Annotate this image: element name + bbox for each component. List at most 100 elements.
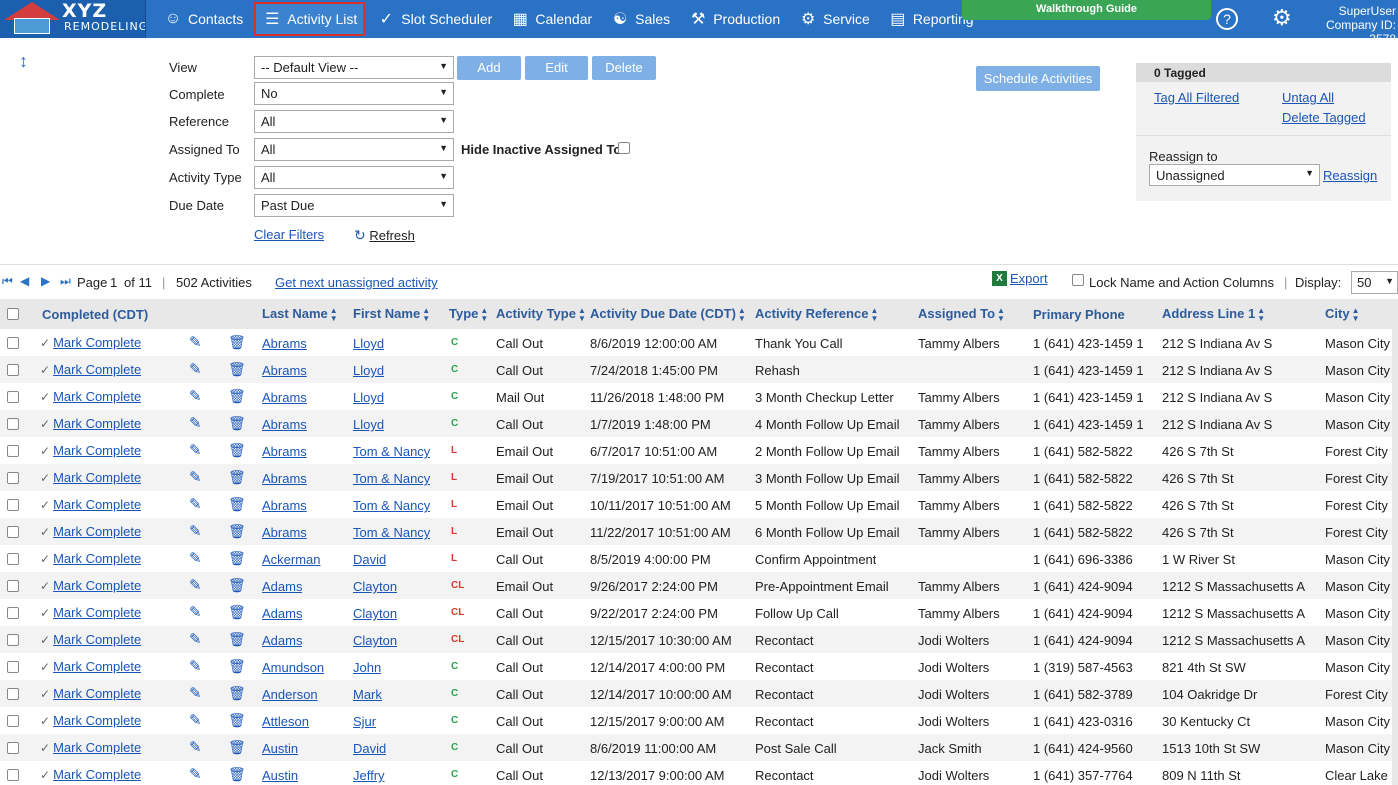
last-name-link[interactable]: Anderson — [262, 687, 318, 702]
first-name-link[interactable]: Tom & Nancy — [353, 444, 430, 459]
edit-pencil-icon[interactable]: ✎ — [189, 657, 202, 675]
mark-complete-link[interactable]: Mark Complete — [53, 389, 141, 404]
last-name-link[interactable]: Abrams — [262, 525, 307, 540]
mark-complete-action[interactable]: ✓ Mark Complete — [40, 389, 141, 404]
delete-trash-icon[interactable]: 🗑 — [228, 496, 246, 513]
first-name-link[interactable]: Clayton — [353, 579, 397, 594]
last-name-link[interactable]: Adams — [262, 606, 302, 621]
mark-complete-link[interactable]: Mark Complete — [53, 767, 141, 782]
col-last-name[interactable]: Last Name ▲ ▼ — [262, 306, 338, 323]
clear-filters-link[interactable]: Clear Filters — [254, 227, 324, 242]
row-checkbox[interactable] — [7, 526, 19, 538]
last-page-icon[interactable]: ⏭ — [60, 274, 71, 289]
edit-pencil-icon[interactable]: ✎ — [189, 711, 202, 729]
delete-trash-icon[interactable]: 🗑 — [228, 631, 246, 648]
first-name-link[interactable]: Mark — [353, 687, 382, 702]
col-activity-type[interactable]: Activity Type ▲ ▼ — [496, 306, 586, 323]
delete-trash-icon[interactable]: 🗑 — [228, 712, 246, 729]
first-name-link[interactable]: David — [353, 552, 386, 567]
edit-pencil-icon[interactable]: ✎ — [189, 495, 202, 513]
row-checkbox[interactable] — [7, 445, 19, 457]
edit-pencil-icon[interactable]: ✎ — [189, 333, 202, 351]
scrollbar[interactable] — [1392, 329, 1398, 785]
row-checkbox[interactable] — [7, 472, 19, 484]
reassign-select[interactable]: Unassigned ▼ — [1149, 164, 1320, 186]
delete-view-button[interactable]: Delete — [592, 56, 656, 80]
first-name-link[interactable]: Clayton — [353, 633, 397, 648]
edit-pencil-icon[interactable]: ✎ — [189, 360, 202, 378]
last-name-link[interactable]: Abrams — [262, 471, 307, 486]
last-name-link[interactable]: Amundson — [262, 660, 324, 675]
row-checkbox[interactable] — [7, 688, 19, 700]
first-name-link[interactable]: Clayton — [353, 606, 397, 621]
nav-contacts[interactable]: ☺ Contacts — [154, 0, 252, 38]
edit-pencil-icon[interactable]: ✎ — [189, 738, 202, 756]
mark-complete-link[interactable]: Mark Complete — [53, 551, 141, 566]
nav-calendar[interactable]: ▦ Calendar — [501, 0, 601, 38]
row-checkbox[interactable] — [7, 742, 19, 754]
nav-activity-list[interactable]: ☰ Activity List — [254, 2, 366, 36]
first-page-icon[interactable]: ⏮ — [2, 274, 13, 289]
row-checkbox[interactable] — [7, 553, 19, 565]
edit-pencil-icon[interactable]: ✎ — [189, 603, 202, 621]
first-name-link[interactable]: Lloyd — [353, 390, 384, 405]
walkthrough-guide-button[interactable]: Walkthrough Guide — [962, 0, 1211, 20]
mark-complete-action[interactable]: ✓ Mark Complete — [40, 362, 141, 377]
delete-trash-icon[interactable]: 🗑 — [228, 334, 246, 351]
mark-complete-action[interactable]: ✓ Mark Complete — [40, 686, 141, 701]
last-name-link[interactable]: Ackerman — [262, 552, 321, 567]
hide-inactive-checkbox[interactable] — [618, 142, 630, 154]
mark-complete-link[interactable]: Mark Complete — [53, 713, 141, 728]
untag-all-link[interactable]: Untag All — [1282, 90, 1334, 105]
mark-complete-link[interactable]: Mark Complete — [53, 578, 141, 593]
edit-pencil-icon[interactable]: ✎ — [189, 576, 202, 594]
col-assigned[interactable]: Assigned To ▲ ▼ — [918, 306, 1005, 323]
edit-pencil-icon[interactable]: ✎ — [189, 468, 202, 486]
edit-pencil-icon[interactable]: ✎ — [189, 441, 202, 459]
edit-view-button[interactable]: Edit — [525, 56, 588, 80]
delete-trash-icon[interactable]: 🗑 — [228, 685, 246, 702]
delete-tagged-link[interactable]: Delete Tagged — [1282, 110, 1366, 125]
excel-icon[interactable]: X — [992, 271, 1007, 286]
edit-pencil-icon[interactable]: ✎ — [189, 414, 202, 432]
mark-complete-action[interactable]: ✓ Mark Complete — [40, 443, 141, 458]
edit-pencil-icon[interactable]: ✎ — [189, 765, 202, 783]
col-city[interactable]: City ▲ ▼ — [1325, 306, 1359, 323]
first-name-link[interactable]: Lloyd — [353, 363, 384, 378]
mark-complete-action[interactable]: ✓ Mark Complete — [40, 551, 141, 566]
col-address[interactable]: Address Line 1 ▲ ▼ — [1162, 306, 1265, 323]
row-checkbox[interactable] — [7, 715, 19, 727]
due-date-select[interactable]: Past Due ▼ — [254, 194, 454, 217]
delete-trash-icon[interactable]: 🗑 — [228, 469, 246, 486]
last-name-link[interactable]: Attleson — [262, 714, 309, 729]
delete-trash-icon[interactable]: 🗑 — [228, 361, 246, 378]
lock-columns-checkbox[interactable] — [1072, 274, 1084, 286]
mark-complete-action[interactable]: ✓ Mark Complete — [40, 578, 141, 593]
tag-all-filtered-link[interactable]: Tag All Filtered — [1154, 90, 1239, 105]
last-name-link[interactable]: Austin — [262, 741, 298, 756]
next-unassigned-link[interactable]: Get next unassigned activity — [275, 275, 438, 290]
mark-complete-link[interactable]: Mark Complete — [53, 362, 141, 377]
prev-page-icon[interactable]: ◀ — [20, 274, 29, 288]
assigned-to-select[interactable]: All ▼ — [254, 138, 454, 161]
delete-trash-icon[interactable]: 🗑 — [228, 388, 246, 405]
mark-complete-link[interactable]: Mark Complete — [53, 740, 141, 755]
first-name-link[interactable]: Jeffry — [353, 768, 385, 783]
col-type[interactable]: Type ▲ ▼ — [449, 306, 488, 323]
delete-trash-icon[interactable]: 🗑 — [228, 766, 246, 783]
row-checkbox[interactable] — [7, 634, 19, 646]
row-checkbox[interactable] — [7, 607, 19, 619]
mark-complete-link[interactable]: Mark Complete — [53, 605, 141, 620]
last-name-link[interactable]: Adams — [262, 633, 302, 648]
delete-trash-icon[interactable]: 🗑 — [228, 415, 246, 432]
last-name-link[interactable]: Adams — [262, 579, 302, 594]
first-name-link[interactable]: Tom & Nancy — [353, 525, 430, 540]
delete-trash-icon[interactable]: 🗑 — [228, 604, 246, 621]
edit-pencil-icon[interactable]: ✎ — [189, 522, 202, 540]
edit-pencil-icon[interactable]: ✎ — [189, 387, 202, 405]
edit-pencil-icon[interactable]: ✎ — [189, 549, 202, 567]
add-view-button[interactable]: Add — [457, 56, 521, 80]
mark-complete-link[interactable]: Mark Complete — [53, 416, 141, 431]
col-reference[interactable]: Activity Reference ▲ ▼ — [755, 306, 878, 323]
mark-complete-link[interactable]: Mark Complete — [53, 686, 141, 701]
